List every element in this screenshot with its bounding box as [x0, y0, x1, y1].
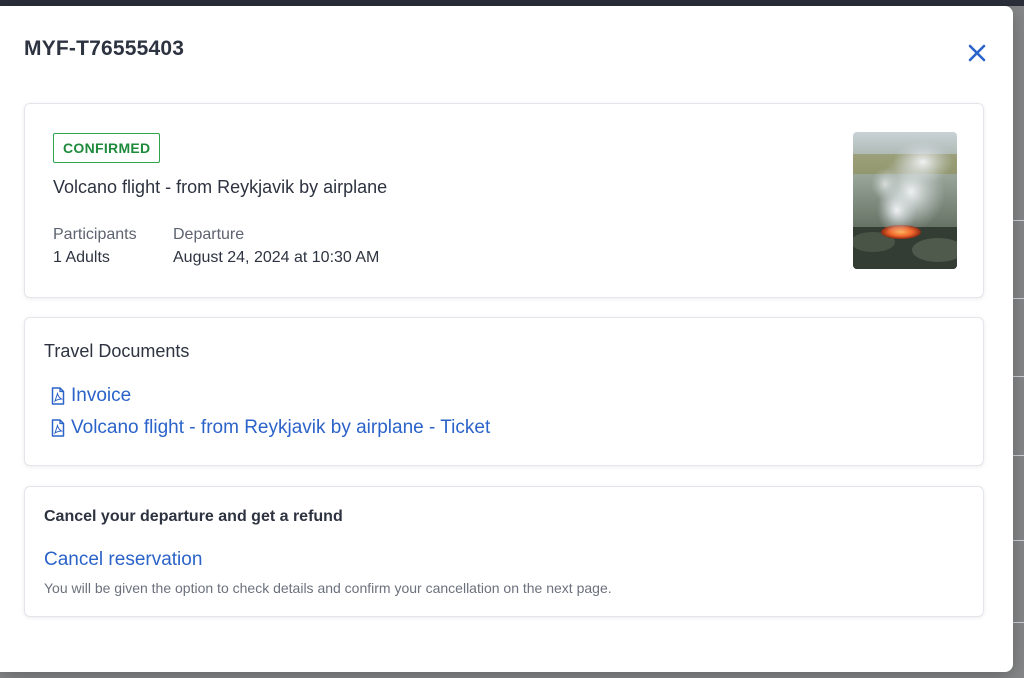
- invoice-link[interactable]: Invoice: [51, 385, 131, 407]
- ticket-link-label: Volcano flight - from Reykjavik by airpl…: [71, 417, 491, 438]
- close-button[interactable]: [962, 38, 992, 68]
- booking-modal: MYF-T76555403 CONFIRMED Volcano flight -…: [0, 6, 1013, 672]
- pdf-file-icon: [51, 419, 65, 437]
- status-badge: CONFIRMED: [53, 133, 161, 163]
- ticket-link[interactable]: Volcano flight - from Reykjavik by airpl…: [51, 417, 490, 439]
- cancel-reservation-link[interactable]: Cancel reservation: [44, 549, 202, 571]
- cancellation-note: You will be given the option to check de…: [44, 580, 612, 596]
- booking-summary-card: CONFIRMED Volcano flight - from Reykjavi…: [24, 103, 984, 298]
- invoice-link-label: Invoice: [71, 385, 132, 406]
- travel-documents-card: Travel Documents Invoice Volcano flight …: [24, 317, 984, 466]
- tour-thumbnail-image: [853, 132, 957, 269]
- cancellation-title: Cancel your departure and get a refund: [44, 508, 343, 525]
- pdf-file-icon: [51, 387, 65, 405]
- departure-value: August 24, 2024 at 10:30 AM: [173, 249, 380, 266]
- cancellation-card: Cancel your departure and get a refund C…: [24, 486, 984, 617]
- travel-documents-title: Travel Documents: [44, 341, 190, 361]
- close-icon: [968, 44, 986, 62]
- participants-value: 1 Adults: [53, 249, 110, 266]
- participants-label: Participants: [53, 226, 137, 243]
- departure-label: Departure: [173, 226, 245, 243]
- tour-title: Volcano flight - from Reykjavik by airpl…: [53, 177, 388, 197]
- booking-reference-title: MYF-T76555403: [24, 37, 185, 60]
